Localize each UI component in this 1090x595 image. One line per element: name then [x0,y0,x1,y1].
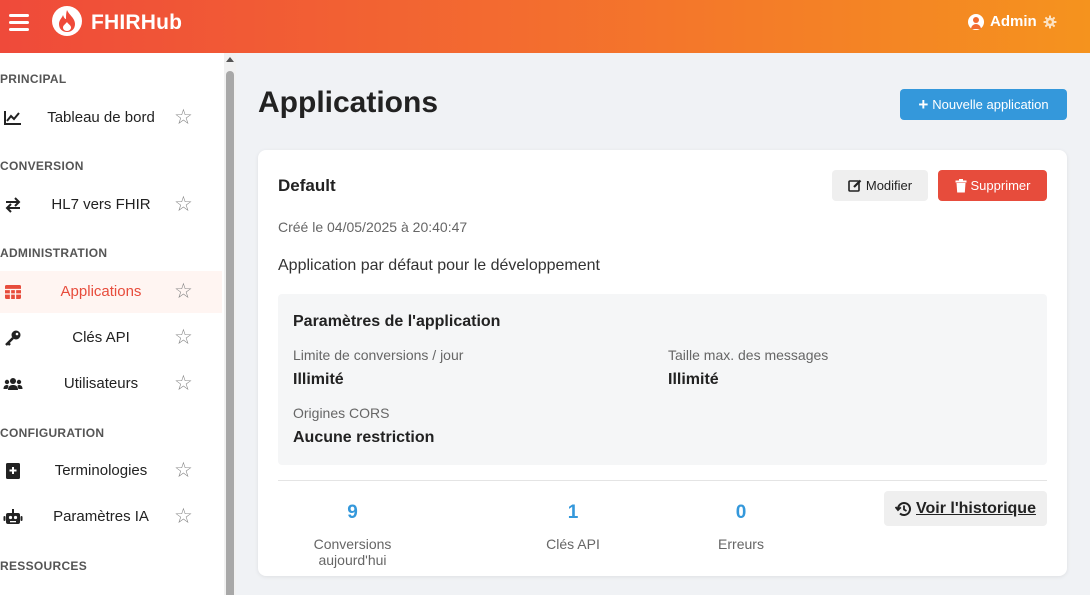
section-conversion: CONVERSION [0,159,84,173]
brand-name[interactable]: FHIRHub [91,11,182,35]
new-application-label: Nouvelle application [932,97,1049,112]
max-size-value: Illimité [668,371,719,388]
sidebar-item-label: Applications [60,283,142,300]
sidebar-item-label: Clés API [72,329,130,346]
sidebar-item-label: HL7 vers FHIR [51,196,151,213]
scrollbar-thumb[interactable] [226,71,234,595]
top-bar: FHIRHub Admin [0,0,1090,53]
sidebar-item-ai-settings[interactable]: Paramètres IA ☆ [0,496,222,538]
favorite-star-icon[interactable]: ☆ [174,506,193,527]
application-name: Default [278,176,336,195]
users-icon [3,378,23,390]
logo-flame-icon [52,6,82,36]
application-card: Default Modifier Supprimer Créé le 04/05… [258,150,1067,576]
conversion-limit-label: Limite de conversions / jour [293,347,464,363]
sidebar-item-terminologies[interactable]: Terminologies ☆ [0,450,222,492]
divider [278,480,1047,481]
favorite-star-icon[interactable]: ☆ [174,460,193,481]
sidebar-item-hl7-to-fhir[interactable]: HL7 vers FHIR ☆ [0,184,222,226]
sidebar-item-api-keys[interactable]: Clés API ☆ [0,317,222,359]
section-administration: ADMINISTRATION [0,246,108,260]
stat-conversions-value: 9 [347,502,358,523]
sidebar-item-users[interactable]: Utilisateurs ☆ [0,363,222,405]
history-icon [895,501,911,516]
created-date: Créé le 04/05/2025 à 20:40:47 [278,219,468,235]
favorite-star-icon[interactable]: ☆ [174,281,193,302]
scroll-up-arrow-icon[interactable] [226,57,234,62]
gear-icon[interactable] [1043,15,1057,29]
settings-panel: Paramètres de l'application Limite de co… [278,294,1047,465]
sidebar-item-label: Terminologies [54,462,148,479]
new-application-button[interactable]: + Nouvelle application [900,89,1067,120]
delete-label: Supprimer [970,178,1031,193]
robot-icon [3,509,23,524]
sidebar-item-dashboard[interactable]: Tableau de bord ☆ [0,97,222,139]
user-circle-icon [968,13,984,30]
favorite-star-icon[interactable]: ☆ [174,107,193,128]
table-icon [5,285,21,299]
exchange-icon [5,197,21,213]
sidebar-item-label: Tableau de bord [47,109,155,126]
book-medical-icon [6,463,20,479]
chart-line-icon [4,111,21,125]
page-title: Applications [258,86,439,119]
delete-button[interactable]: Supprimer [938,170,1047,201]
sidebar-scrollbar[interactable] [224,53,236,595]
key-icon [5,330,21,346]
plus-icon: + [918,95,929,114]
stat-errors-value: 0 [735,502,747,523]
trash-icon [955,178,967,192]
cors-value: Aucune restriction [293,429,435,446]
stat-api-keys-value: 1 [567,502,579,523]
cors-label: Origines CORS [293,405,390,421]
stat-errors-label: Erreurs [718,536,764,552]
user-name: Admin [990,13,1037,30]
user-menu[interactable]: Admin [968,13,1037,30]
view-history-label: Voir l'historique [916,499,1036,517]
favorite-star-icon[interactable]: ☆ [174,194,193,215]
edit-icon [848,179,862,192]
section-configuration: CONFIGURATION [0,426,105,440]
section-principal: PRINCIPAL [0,72,67,86]
settings-title: Paramètres de l'application [293,313,501,330]
sidebar-item-label: Paramètres IA [53,508,149,525]
edit-label: Modifier [865,178,913,193]
sidebar-item-label: Utilisateurs [63,375,139,392]
section-ressources: RESSOURCES [0,559,88,573]
sidebar: PRINCIPAL Tableau de bord ☆ CONVERSION H… [0,53,224,595]
view-history-button[interactable]: Voir l'historique [884,491,1047,526]
edit-button[interactable]: Modifier [832,170,928,201]
favorite-star-icon[interactable]: ☆ [174,327,193,348]
stat-api-keys-label: Clés API [546,536,600,552]
conversion-limit-value: Illimité [293,371,344,388]
sidebar-item-applications[interactable]: Applications ☆ [0,271,222,313]
stat-conversions-label: Conversions aujourd'hui [313,536,392,568]
application-description: Application par défaut pour le développe… [278,257,600,274]
max-size-label: Taille max. des messages [668,347,829,363]
menu-icon[interactable] [9,14,29,32]
favorite-star-icon[interactable]: ☆ [174,373,193,394]
